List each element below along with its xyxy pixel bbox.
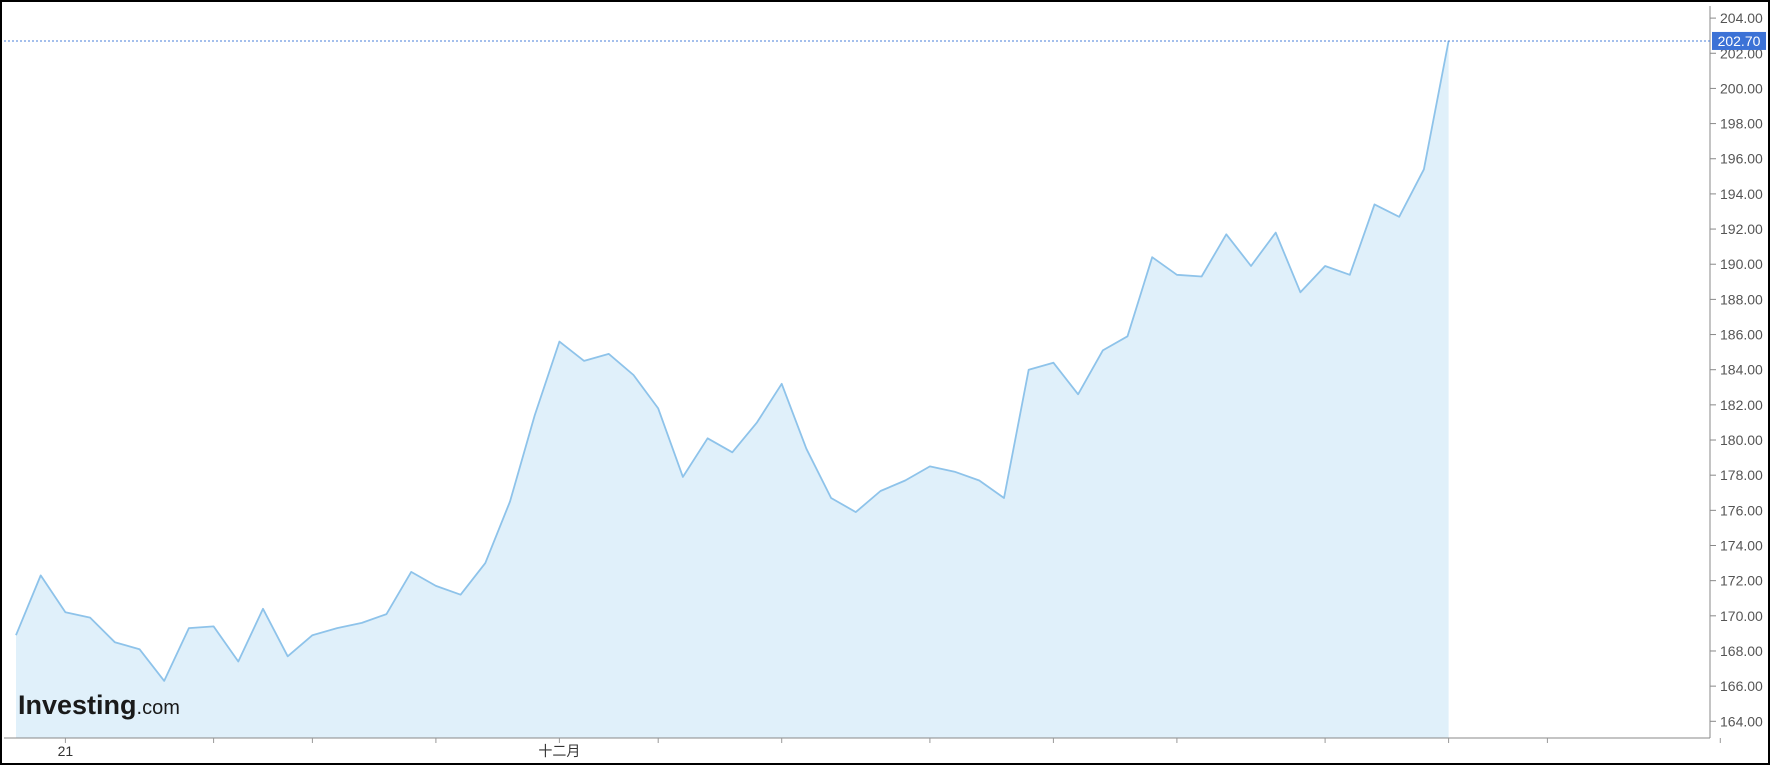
y-tick-label: 170.00 <box>1720 608 1763 624</box>
current-price-marker: 202.70 <box>4 31 1766 50</box>
y-tick-label: 204.00 <box>1720 10 1763 26</box>
current-price-label: 202.70 <box>1718 33 1761 49</box>
y-tick-label: 178.00 <box>1720 467 1763 483</box>
x-axis: 21 十二月 <box>4 737 1721 759</box>
y-tick-label: 174.00 <box>1720 538 1763 554</box>
x-tick-label: 21 <box>58 743 74 759</box>
y-tick-label: 198.00 <box>1720 116 1763 132</box>
y-tick-label: 188.00 <box>1720 291 1763 307</box>
price-chart[interactable]: 164.00 166.00 168.00 170.00 172.00 174.00 176.… <box>2 2 1770 767</box>
y-tick-label: 176.00 <box>1720 502 1763 518</box>
y-tick-label: 190.00 <box>1720 256 1763 272</box>
y-tick-label: 172.00 <box>1720 573 1763 589</box>
y-tick-label: 194.00 <box>1720 186 1763 202</box>
plot-area <box>15 40 1450 738</box>
series-area <box>16 41 1449 738</box>
y-tick-label: 164.00 <box>1720 713 1763 729</box>
y-tick-label: 182.00 <box>1720 397 1763 413</box>
y-tick-label: 200.00 <box>1720 80 1763 96</box>
y-tick-label: 180.00 <box>1720 432 1763 448</box>
y-tick-label: 186.00 <box>1720 327 1763 343</box>
logo-suffix: .com <box>137 697 180 719</box>
y-tick-label: 166.00 <box>1720 678 1763 694</box>
y-axis: 164.00 166.00 168.00 170.00 172.00 174.00 176.… <box>1709 6 1763 738</box>
y-tick-label: 196.00 <box>1720 151 1763 167</box>
logo-brand: Investing <box>18 690 137 720</box>
y-tick-label: 192.00 <box>1720 221 1763 237</box>
chart-frame: 164.00 166.00 168.00 170.00 172.00 174.00 176.… <box>0 0 1770 765</box>
y-tick-label: 168.00 <box>1720 643 1763 659</box>
y-tick-label: 184.00 <box>1720 362 1763 378</box>
x-tick-label: 十二月 <box>538 743 580 759</box>
